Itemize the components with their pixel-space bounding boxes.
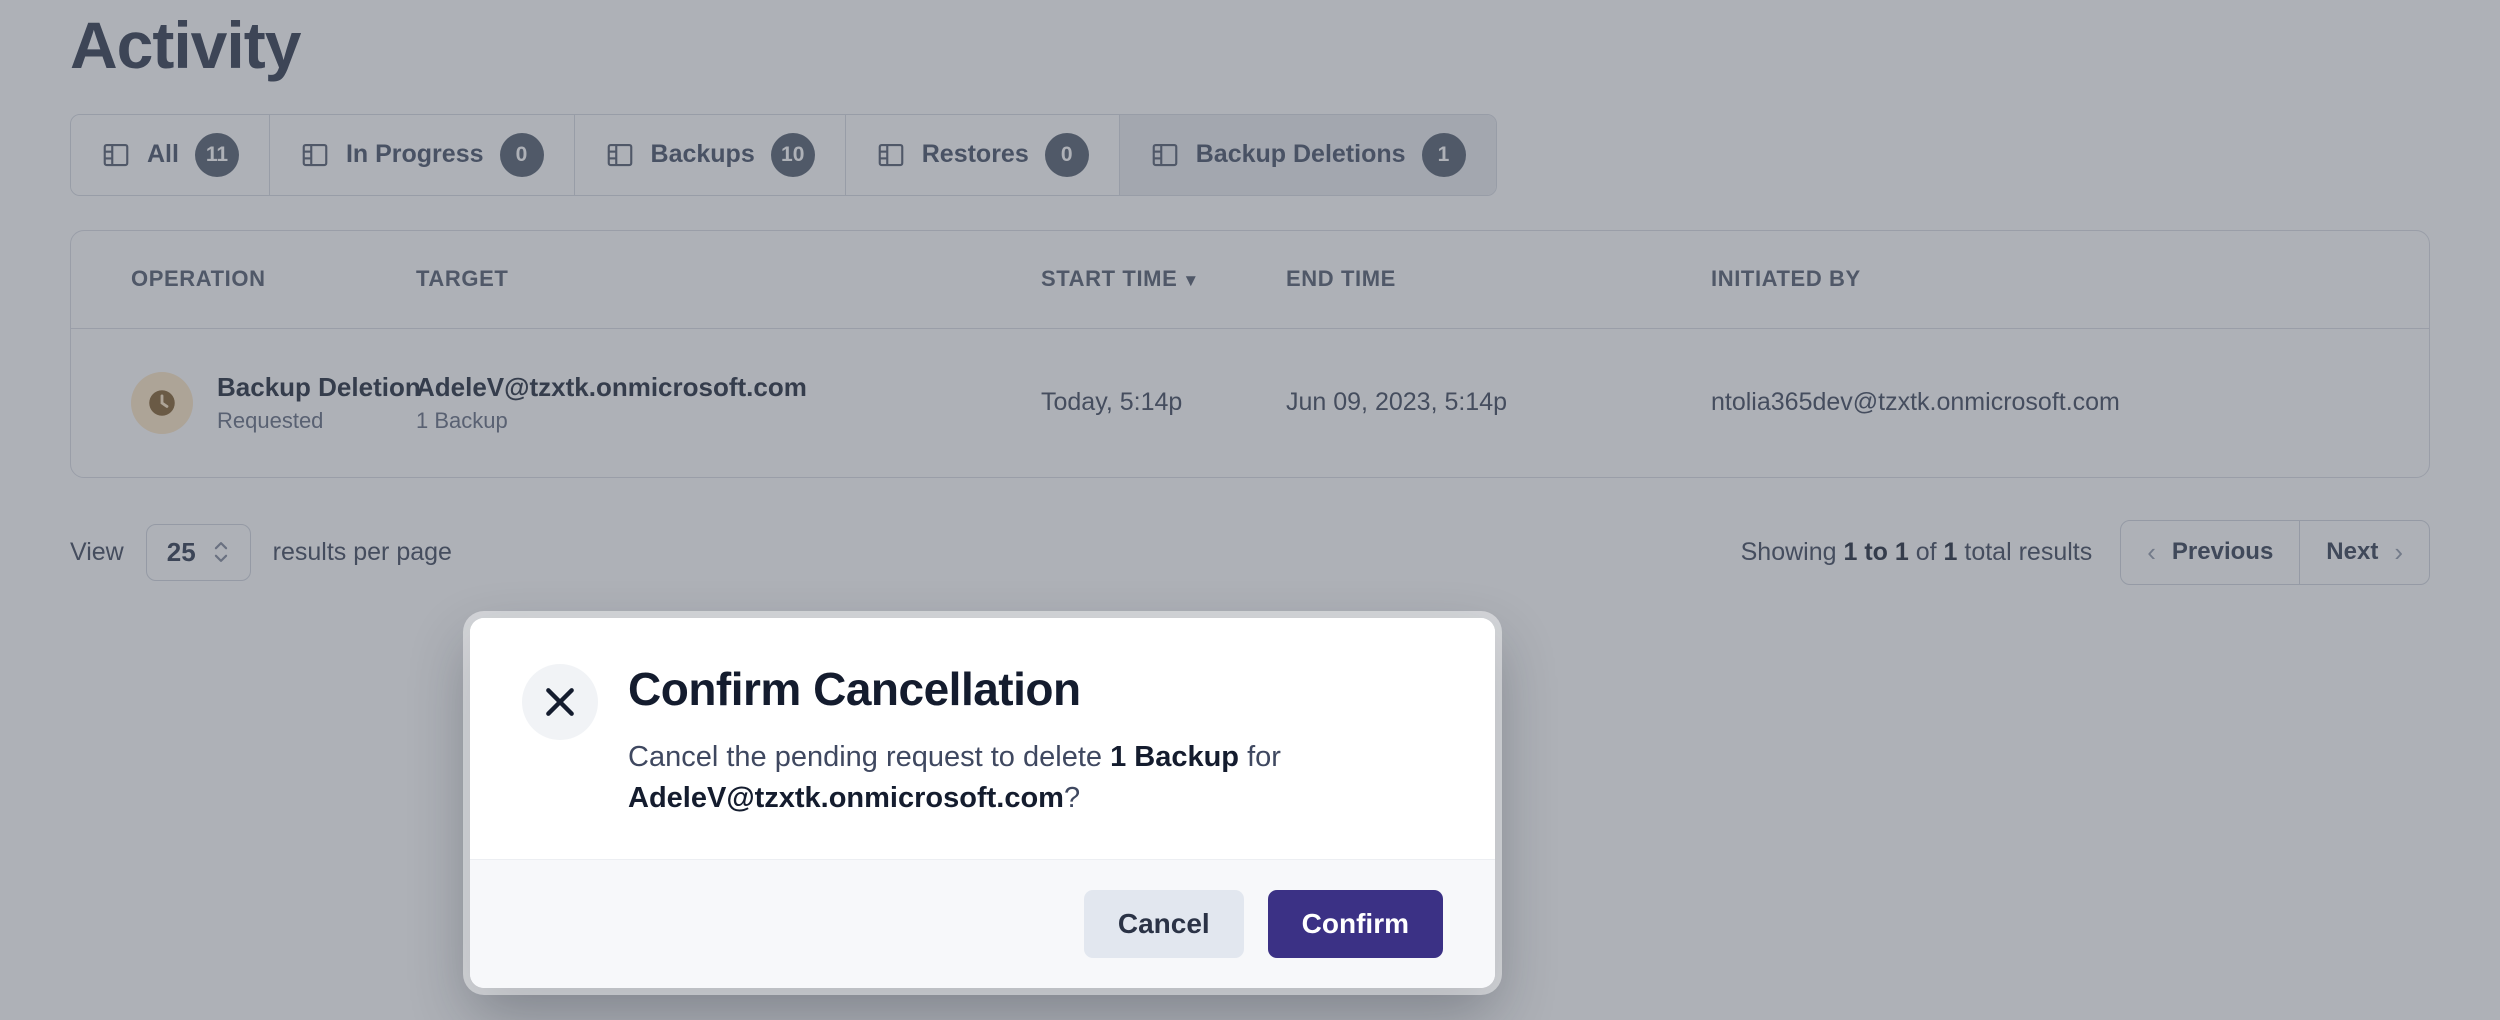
message-backup-count: 1 Backup bbox=[1110, 740, 1240, 773]
x-icon bbox=[522, 664, 598, 740]
message-target-email: AdeleV@tzxtk.onmicrosoft.com bbox=[628, 781, 1064, 814]
confirm-button[interactable]: Confirm bbox=[1267, 889, 1443, 958]
dialog-title: Confirm Cancellation bbox=[628, 663, 1081, 715]
dialog-footer: Cancel Confirm bbox=[470, 858, 1495, 988]
dialog-body: Confirm Cancellation Cancel the pending … bbox=[470, 618, 1495, 859]
dialog-texts: Confirm Cancellation Cancel the pending … bbox=[628, 662, 1328, 819]
message-part-1: Cancel the pending request to delete bbox=[628, 740, 1111, 773]
message-part-3: ? bbox=[1063, 781, 1081, 814]
cancel-button[interactable]: Cancel bbox=[1083, 889, 1244, 958]
message-part-2: for bbox=[1239, 740, 1281, 773]
dialog-message: Cancel the pending request to delete 1 B… bbox=[628, 737, 1328, 819]
confirm-cancellation-dialog: Confirm Cancellation Cancel the pending … bbox=[470, 618, 1495, 988]
